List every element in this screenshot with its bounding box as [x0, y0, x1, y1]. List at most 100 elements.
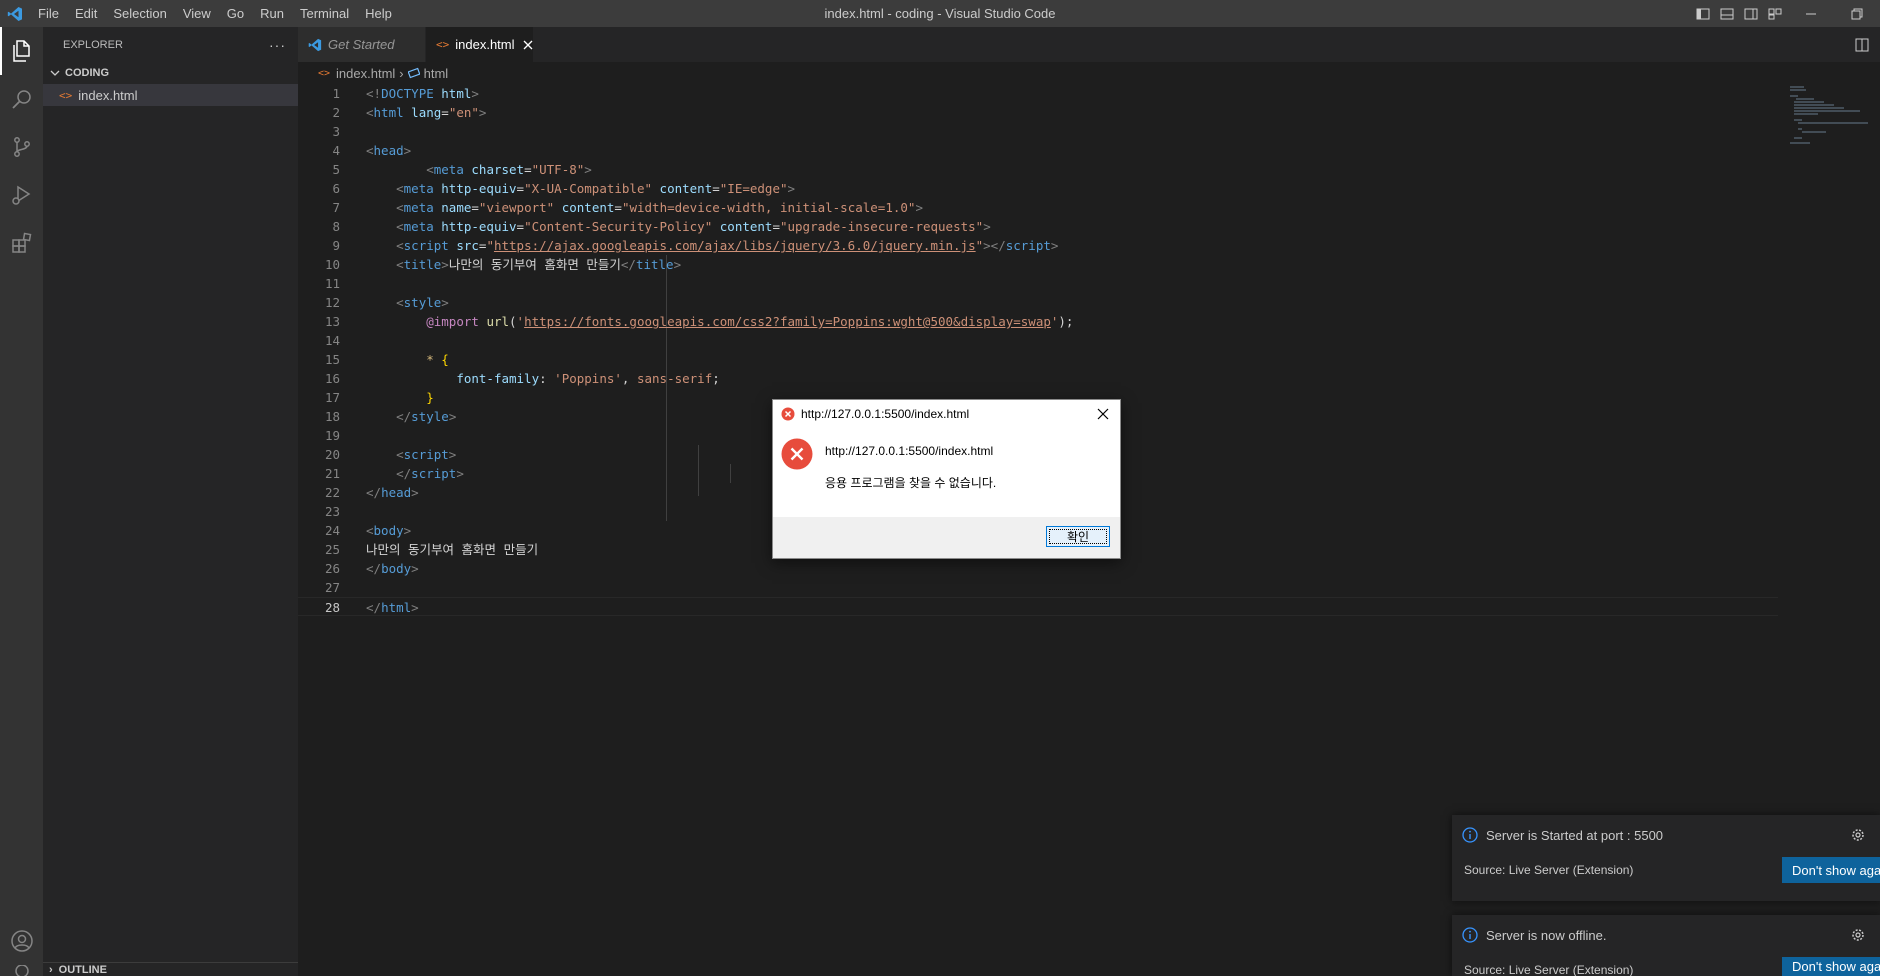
- notification-message: Server is Started at port : 5500: [1486, 827, 1664, 843]
- notification-header: Server is Started at port : 5500: [1462, 827, 1663, 843]
- file-index-html[interactable]: <> index.html: [43, 84, 298, 106]
- code-text: <head>: [366, 143, 412, 158]
- line-number: 28: [324, 600, 340, 615]
- code-text: <meta charset="UTF-8">: [426, 162, 592, 177]
- line-number: 3: [332, 124, 340, 139]
- code-text: <!DOCTYPE html>: [366, 86, 479, 101]
- explorer-title: EXPLORER: [63, 38, 123, 51]
- line-number: 27: [324, 580, 340, 595]
- code-line: 3: [298, 122, 1778, 141]
- code-text: <style>: [396, 295, 449, 310]
- dialog-title: http://127.0.0.1:5500/index.html: [801, 407, 970, 421]
- menu-file[interactable]: File: [30, 0, 67, 27]
- more-actions-icon[interactable]: ···: [269, 37, 286, 53]
- breadcrumb-file[interactable]: index.html: [336, 66, 395, 81]
- dialog-titlebar: http://127.0.0.1:5500/index.html: [773, 400, 1120, 428]
- dialog-footer: 확인: [773, 517, 1120, 558]
- error-dialog: http://127.0.0.1:5500/index.html http://…: [772, 399, 1121, 559]
- chevron-right-icon: ›: [399, 65, 404, 81]
- breadcrumb-symbol[interactable]: html: [424, 66, 449, 81]
- minimize-icon[interactable]: [1788, 0, 1834, 27]
- gear-icon[interactable]: [1850, 827, 1866, 846]
- code-text: <title>나만의 동기부여 홈화면 만들기</title>: [396, 257, 682, 272]
- html-file-icon: <>: [59, 88, 73, 102]
- menu-go[interactable]: Go: [219, 0, 252, 27]
- code-line: 13 @import url('https://fonts.googleapis…: [298, 312, 1778, 331]
- info-icon: [1462, 927, 1478, 943]
- code-line: 14: [298, 331, 1778, 350]
- line-number: 12: [324, 295, 340, 310]
- line-number: 19: [324, 428, 340, 443]
- menu-edit[interactable]: Edit: [67, 0, 105, 27]
- file-label: index.html: [78, 87, 138, 103]
- code-line: 2 <html lang="en">: [298, 103, 1778, 122]
- accounts-icon[interactable]: [0, 917, 43, 965]
- code-line: 12 <style>: [298, 293, 1778, 312]
- explorer-sidebar: EXPLORER ··· CODING <> index.html › OUTL…: [43, 27, 298, 976]
- notification-source: Source: Live Server (Extension): [1464, 963, 1634, 976]
- toggle-primary-sidebar-icon[interactable]: [1692, 0, 1714, 27]
- line-number: 20: [324, 447, 340, 462]
- run-debug-icon[interactable]: [0, 171, 43, 219]
- line-number: 5: [332, 162, 340, 177]
- line-number: 26: [324, 561, 340, 576]
- code-text: </script>: [396, 466, 464, 481]
- source-control-icon[interactable]: [0, 123, 43, 171]
- line-number: 17: [324, 390, 340, 405]
- outline-section[interactable]: › OUTLINE: [43, 962, 298, 976]
- line-number: 6: [332, 181, 340, 196]
- code-line: 8 <meta http-equiv="Content-Security-Pol…: [298, 217, 1778, 236]
- gear-icon[interactable]: [1850, 927, 1866, 946]
- chevron-right-icon: ›: [49, 963, 53, 976]
- customize-layout-icon[interactable]: [1764, 0, 1786, 27]
- tab-get-started[interactable]: Get Started: [298, 27, 426, 62]
- split-editor-icon[interactable]: [1854, 27, 1870, 62]
- code-line: 11: [298, 274, 1778, 293]
- code-text: * {: [426, 352, 449, 367]
- restore-icon[interactable]: [1834, 0, 1880, 27]
- code-text: </html>: [366, 600, 419, 615]
- line-number: 21: [324, 466, 340, 481]
- code-text: font-family: 'Poppins', sans-serif;: [456, 371, 720, 386]
- code-text: <html lang="en">: [366, 105, 487, 120]
- code-text: <script>: [396, 447, 457, 462]
- menu-view[interactable]: View: [175, 0, 219, 27]
- explorer-icon[interactable]: [0, 27, 43, 75]
- ok-button[interactable]: 확인: [1046, 526, 1110, 547]
- activity-bar: [0, 27, 43, 976]
- menu-selection[interactable]: Selection: [105, 0, 174, 27]
- extensions-icon[interactable]: [0, 219, 43, 267]
- menu-terminal[interactable]: Terminal: [292, 0, 357, 27]
- code-text: <meta http-equiv="Content-Security-Polic…: [396, 219, 991, 234]
- menu-bar: File Edit Selection View Go Run Terminal…: [30, 0, 400, 27]
- dont-show-again-button[interactable]: Don't show again: [1782, 857, 1880, 883]
- menu-run[interactable]: Run: [252, 0, 292, 27]
- tab-index-html[interactable]: <> index.html: [426, 27, 534, 62]
- title-bar: File Edit Selection View Go Run Terminal…: [0, 0, 1880, 27]
- notification-message: Server is now offline.: [1486, 927, 1607, 943]
- html-file-icon: <>: [318, 67, 331, 79]
- line-number: 2: [332, 105, 340, 120]
- code-text: <meta http-equiv="X-UA-Compatible" conte…: [396, 181, 796, 196]
- code-line: 9 <script src="https://ajax.googleapis.c…: [298, 236, 1778, 255]
- toggle-panel-icon[interactable]: [1716, 0, 1738, 27]
- folder-coding[interactable]: CODING: [43, 62, 298, 84]
- minimap[interactable]: [1790, 84, 1880, 144]
- manage-gear-icon[interactable]: [0, 965, 43, 976]
- tab-label: index.html: [455, 37, 515, 52]
- code-text: </style>: [396, 409, 457, 424]
- line-number: 24: [324, 523, 340, 538]
- line-number: 15: [324, 352, 340, 367]
- dialog-body: http://127.0.0.1:5500/index.html 응용 프로그램…: [773, 428, 1120, 518]
- menu-help[interactable]: Help: [357, 0, 400, 27]
- search-icon[interactable]: [0, 75, 43, 123]
- line-number: 7: [332, 200, 340, 215]
- code-line: 4 <head>: [298, 141, 1778, 160]
- close-icon[interactable]: [523, 40, 533, 50]
- toggle-secondary-sidebar-icon[interactable]: [1740, 0, 1762, 27]
- line-number: 25: [324, 542, 340, 557]
- editor-tabs: Get Started <> index.html: [298, 27, 1880, 62]
- code-line: 26 </body>: [298, 559, 1778, 578]
- dialog-close-icon[interactable]: [1094, 405, 1112, 423]
- dont-show-again-button[interactable]: Don't show again: [1782, 957, 1880, 976]
